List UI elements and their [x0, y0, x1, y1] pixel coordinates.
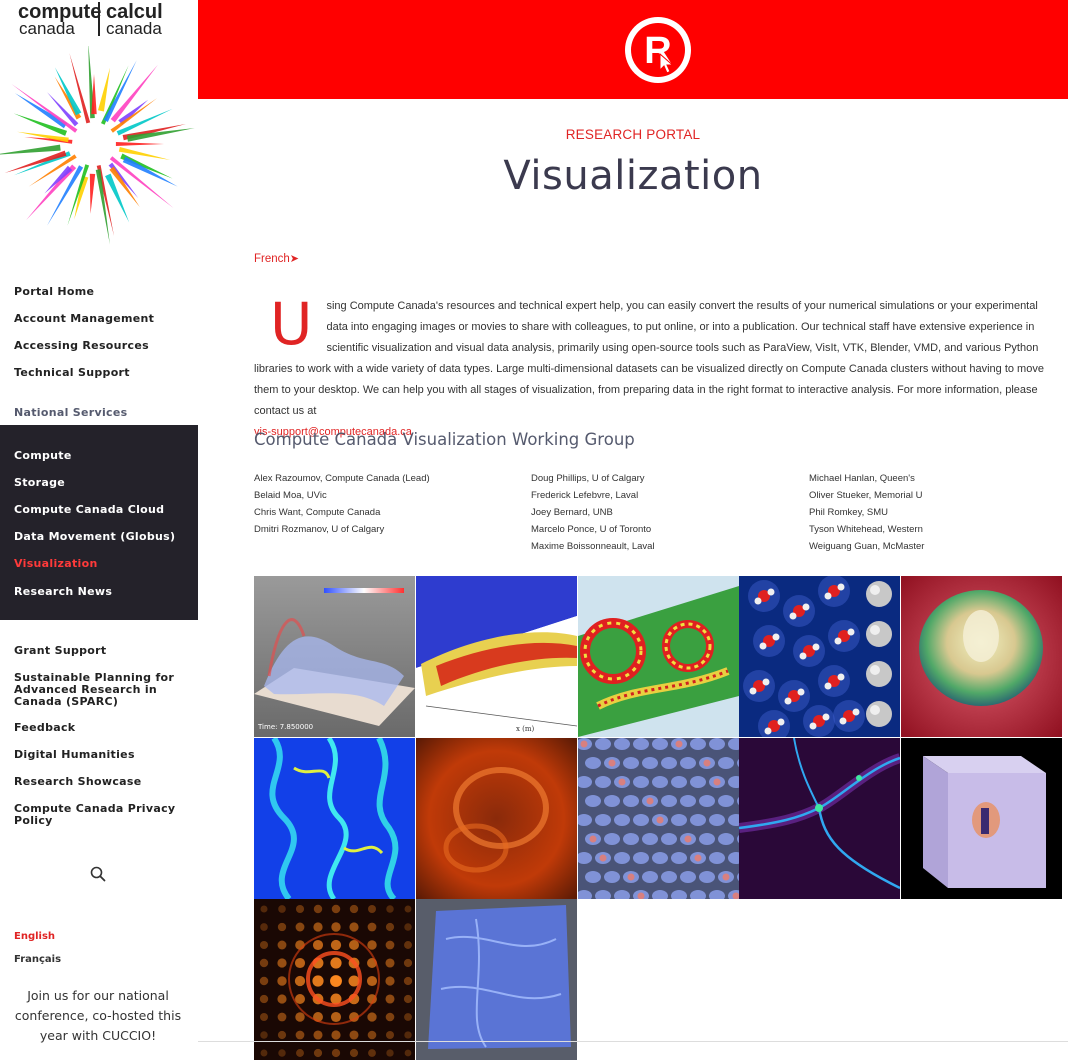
member-name: Marcelo Ponce, U of Toronto [531, 524, 652, 535]
gallery-image-nebula[interactable] [416, 738, 577, 899]
nav-storage[interactable]: Storage [14, 477, 65, 489]
nav-research-showcase[interactable]: Research Showcase [14, 776, 142, 788]
nav-account-management[interactable]: Account Management [14, 313, 154, 325]
national-services-submenu: Compute Storage Compute Canada Cloud Dat… [0, 425, 198, 620]
logo-word-canada: canada [19, 19, 75, 38]
nav-digital-humanities[interactable]: Digital Humanities [14, 749, 135, 761]
gallery-image-volume-render[interactable] [416, 899, 577, 1060]
gallery-image-vortex-tubes[interactable] [578, 576, 739, 737]
members-column-2: Doug Phillips, U of Calgary Frederick Le… [531, 470, 655, 555]
nav-sparc[interactable]: Sustainable Planning for Advanced Resear… [14, 672, 186, 708]
member-name: Chris Want, Compute Canada [254, 507, 381, 518]
gallery-image-diffraction-pattern[interactable] [254, 899, 415, 1060]
members-column-1: Alex Razoumov, Compute Canada (Lead) Bel… [254, 470, 430, 538]
nav-accessing-resources[interactable]: Accessing Resources [14, 340, 149, 352]
gallery-image-cells[interactable] [578, 738, 739, 899]
compute-canada-logo[interactable]: compute canada calcul canada [18, 2, 178, 38]
member-name: Weiguang Guan, McMaster [809, 541, 925, 552]
intro-text: sing Compute Canada's resources and tech… [254, 300, 1044, 417]
nav-section-national-services[interactable]: National Services [14, 407, 127, 419]
sidebar: compute canada calcul canada Portal Home… [0, 0, 198, 1043]
gallery-image-fluid-slab[interactable]: Time: 7.850000 [254, 576, 415, 737]
logo-divider [98, 2, 100, 36]
starburst-logo-graphic [0, 46, 195, 245]
member-name: Doug Phillips, U of Calgary [531, 473, 645, 484]
research-portal-r-icon[interactable]: R [624, 16, 692, 84]
nav-research-news[interactable]: Research News [14, 586, 112, 598]
nav-compute[interactable]: Compute [14, 450, 72, 462]
gallery-image-volume-cube[interactable] [901, 738, 1062, 899]
nav-visualization[interactable]: Visualization [14, 558, 98, 570]
member-name: Joey Bernard, UNB [531, 507, 613, 518]
time-stamp-label: Time: 7.850000 [257, 723, 313, 731]
nav-feedback[interactable]: Feedback [14, 722, 75, 734]
member-name: Frederick Lefebvre, Laval [531, 490, 639, 501]
gallery-image-surface-dome[interactable] [901, 576, 1062, 737]
language-english[interactable]: English [14, 931, 55, 942]
members-column-3: Michael Hanlan, Queen's Oliver Stueker, … [809, 470, 924, 555]
member-name: Dmitri Rozmanov, U of Calgary [254, 524, 385, 535]
member-name: Tyson Whitehead, Western [809, 524, 923, 535]
axis-label-x: x (m) [516, 725, 535, 733]
working-group-title: Compute Canada Visualization Working Gro… [254, 430, 635, 449]
member-name: Alex Razoumov, Compute Canada (Lead) [254, 473, 430, 484]
drop-cap: U [270, 290, 313, 358]
member-name: Phil Romkey, SMU [809, 507, 889, 518]
gallery-image-airfoil-flow[interactable]: x (m) [416, 576, 577, 737]
arrow-right-icon: ➤ [289, 253, 300, 265]
gallery-image-molecules[interactable] [739, 576, 900, 737]
french-language-link[interactable]: French➤ [254, 252, 299, 265]
gallery-image-turbulence-field[interactable] [254, 738, 415, 899]
intro-paragraph: Using Compute Canada's resources and tec… [254, 290, 1062, 443]
conference-announcement[interactable]: Join us for our national conference, co-… [0, 986, 196, 1046]
nav-grant-support[interactable]: Grant Support [14, 645, 106, 657]
nav-technical-support[interactable]: Technical Support [14, 367, 130, 379]
portal-label: RESEARCH PORTAL [565, 127, 701, 142]
nav-compute-canada-cloud[interactable]: Compute Canada Cloud [14, 504, 164, 516]
member-name: Belaid Moa, UVic [254, 490, 327, 501]
nav-privacy-policy[interactable]: Compute Canada Privacy Policy [14, 803, 186, 827]
member-name: Maxime Boissonneault, Laval [531, 541, 655, 552]
language-francais[interactable]: Français [14, 954, 61, 965]
gallery-image-cosmic-web[interactable] [739, 738, 900, 899]
member-name: Michael Hanlan, Queen's [809, 473, 915, 484]
page-title: Visualization [503, 153, 763, 199]
french-link-label: French [254, 253, 290, 265]
nav-portal-home[interactable]: Portal Home [14, 286, 94, 298]
member-name: Oliver Stueker, Memorial U [809, 490, 923, 501]
logo-word-canada-fr: canada [106, 19, 162, 38]
search-icon[interactable] [90, 866, 106, 882]
bottom-divider [198, 1041, 1068, 1042]
nav-data-movement-globus[interactable]: Data Movement (Globus) [14, 531, 175, 543]
